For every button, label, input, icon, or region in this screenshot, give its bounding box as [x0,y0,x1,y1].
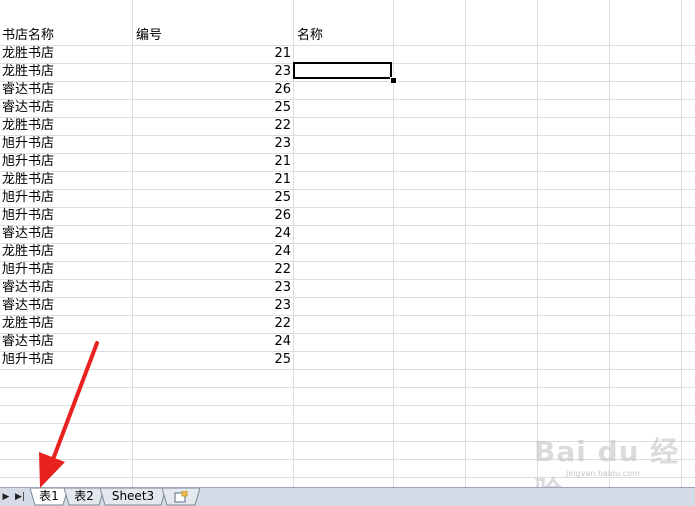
sheet-tab-2[interactable]: 表2 [64,488,104,506]
cell-number[interactable]: 23 [134,297,291,315]
row-line [0,423,695,424]
column-line [465,0,466,487]
column-line [681,0,682,487]
sheet-tab-label: 表1 [39,489,59,503]
row-line [0,405,695,406]
watermark-logo: Bai du 经验 [534,435,680,487]
cell-number[interactable]: 21 [134,171,291,189]
cell-store-name[interactable]: 睿达书店 [2,225,130,243]
cell-store-name[interactable]: 龙胜书店 [2,117,130,135]
cell-store-name[interactable]: 旭升书店 [2,207,130,225]
cell-store-name[interactable]: 旭升书店 [2,153,130,171]
insert-sheet-tab[interactable] [162,488,200,506]
cell-number[interactable]: 25 [134,189,291,207]
cell-store-name[interactable]: 睿达书店 [2,279,130,297]
next-sheet-button[interactable]: ▶ [1,491,11,503]
cell-store-name[interactable]: 龙胜书店 [2,63,130,81]
cell-store-name[interactable]: 睿达书店 [2,333,130,351]
header-cell-number[interactable]: 编号 [136,27,286,45]
cell-number[interactable]: 22 [134,261,291,279]
active-cell-selection[interactable] [293,62,392,79]
cell-number[interactable]: 25 [134,99,291,117]
sheet-tab-1[interactable]: 表1 [30,488,68,506]
cell-number[interactable]: 22 [134,117,291,135]
cell-number[interactable]: 24 [134,225,291,243]
cell-number[interactable]: 25 [134,351,291,369]
cell-store-name[interactable]: 睿达书店 [2,297,130,315]
watermark-url: jingyan.baidu.com [566,469,640,478]
cell-number[interactable]: 24 [134,333,291,351]
row-line [0,369,695,370]
cell-number[interactable]: 23 [134,279,291,297]
cell-number[interactable]: 21 [134,45,291,63]
sheet-tab-3[interactable]: Sheet3 [100,488,166,506]
cell-store-name[interactable]: 龙胜书店 [2,171,130,189]
insert-worksheet-icon [174,491,188,503]
column-line [609,0,610,487]
cell-number[interactable]: 23 [134,63,291,81]
sheet-tab-label: Sheet3 [111,489,155,503]
column-line [132,0,133,487]
cell-store-name[interactable]: 龙胜书店 [2,243,130,261]
spreadsheet-grid[interactable]: 书店名称 编号 名称 龙胜书店 21 龙胜书店 23 睿达书店 26 睿达书店 25 龙胜书店 2… [0,0,695,487]
cell-store-name[interactable]: 睿达书店 [2,99,130,117]
cell-store-name[interactable]: 旭升书店 [2,189,130,207]
cell-store-name[interactable]: 龙胜书店 [2,45,130,63]
header-cell-store-name[interactable]: 书店名称 [2,27,130,45]
cell-store-name[interactable]: 旭升书店 [2,135,130,153]
cell-store-name[interactable]: 旭升书店 [2,261,130,279]
cell-number[interactable]: 26 [134,207,291,225]
header-cell-name[interactable]: 名称 [297,27,392,45]
fill-handle[interactable] [390,77,397,84]
cell-number[interactable]: 23 [134,135,291,153]
column-line [537,0,538,487]
cell-store-name[interactable]: 旭升书店 [2,351,130,369]
column-line [393,0,394,487]
cell-number[interactable]: 24 [134,243,291,261]
sheet-tab-label: 表2 [74,489,94,503]
cell-number[interactable]: 22 [134,315,291,333]
cell-number[interactable]: 21 [134,153,291,171]
cell-store-name[interactable]: 龙胜书店 [2,315,130,333]
cell-number[interactable]: 26 [134,81,291,99]
cell-store-name[interactable]: 睿达书店 [2,81,130,99]
last-sheet-button[interactable]: ▶| [13,491,27,503]
row-line [0,387,695,388]
sheet-tab-bar: ▶ ▶| 表1 表2 Sheet3 [0,487,695,506]
